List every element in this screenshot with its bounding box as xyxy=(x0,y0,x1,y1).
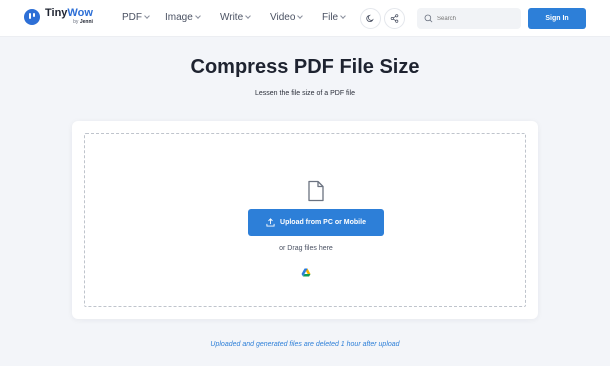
upload-button-label: Upload from PC or Mobile xyxy=(280,219,366,226)
chevron-down-icon xyxy=(297,12,304,19)
nav-item-image[interactable]: Image xyxy=(165,12,201,23)
sign-in-button[interactable]: Sign In xyxy=(528,8,586,29)
search-input[interactable] xyxy=(437,15,507,22)
nav-item-label: Video xyxy=(270,12,296,23)
moon-icon xyxy=(366,14,374,22)
nav-item-pdf[interactable]: PDF xyxy=(122,12,150,23)
nav-item-label: File xyxy=(322,12,339,23)
logo-by-brand: Jenni xyxy=(79,19,93,25)
nav-item-video[interactable]: Video xyxy=(270,12,304,23)
nav-item-label: Write xyxy=(220,12,244,23)
top-navbar: TinyWow by Jenni PDF Image Write Video F… xyxy=(0,0,610,37)
chevron-down-icon xyxy=(245,12,251,19)
logo-icon xyxy=(24,8,40,25)
document-icon xyxy=(308,180,324,202)
chevron-down-icon xyxy=(340,12,346,19)
logo-name-part1: Tiny xyxy=(45,7,68,19)
upload-card: Upload from PC or Mobile or Drag files h… xyxy=(72,121,538,319)
nav-item-write[interactable]: Write xyxy=(220,12,251,23)
privacy-note: Uploaded and generated files are deleted… xyxy=(210,341,400,348)
upload-button[interactable]: Upload from PC or Mobile xyxy=(248,209,384,236)
share-button[interactable] xyxy=(384,8,405,29)
logo-by: by xyxy=(73,19,79,25)
google-drive-icon[interactable] xyxy=(301,268,311,277)
logo-name-part2: Wow xyxy=(67,7,93,19)
chevron-down-icon xyxy=(144,12,150,19)
nav-item-label: Image xyxy=(165,12,193,23)
share-icon xyxy=(390,14,399,23)
page-subtitle: Lessen the file size of a PDF file xyxy=(255,90,355,97)
nav-item-label: PDF xyxy=(122,12,142,23)
search-box[interactable] xyxy=(417,8,521,29)
upload-icon xyxy=(266,218,275,227)
page-title: Compress PDF File Size xyxy=(190,56,420,78)
theme-toggle-button[interactable] xyxy=(360,8,381,29)
drag-hint: or Drag files here xyxy=(279,245,333,252)
nav-item-file[interactable]: File xyxy=(322,12,346,23)
logo[interactable]: TinyWow by Jenni xyxy=(24,8,93,25)
chevron-down-icon xyxy=(194,12,201,19)
file-dropzone[interactable]: Upload from PC or Mobile or Drag files h… xyxy=(84,133,526,307)
search-icon xyxy=(424,14,433,23)
